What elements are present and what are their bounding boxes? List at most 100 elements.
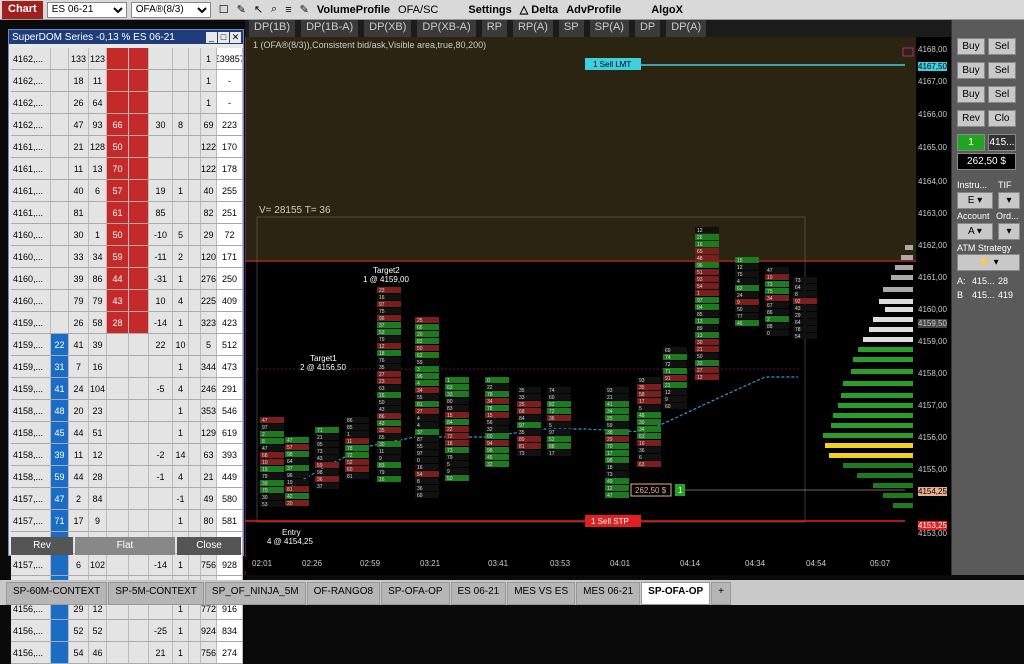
- dom-cell-1[interactable]: 71: [51, 510, 69, 531]
- adv-profile-button[interactable]: AdvProfile: [566, 4, 621, 16]
- pencil-icon[interactable]: ✎: [237, 3, 246, 16]
- instrument-select[interactable]: ES 06-21: [47, 2, 127, 18]
- close-icon[interactable]: ✕: [230, 32, 241, 43]
- workspace-tab-4[interactable]: SP-OFA-OP: [381, 582, 449, 605]
- cursor-icon[interactable]: ↖: [254, 3, 263, 16]
- indicator-tab-6[interactable]: SP: [559, 20, 584, 37]
- buy-button-1[interactable]: Buy: [957, 38, 985, 55]
- flat-button[interactable]: Flat: [75, 537, 175, 555]
- dom-cell-1[interactable]: [51, 70, 69, 91]
- indicator-tab-8[interactable]: DP: [635, 20, 660, 37]
- dom-row[interactable]: 4158,... 59 44 28 -1 4 21 449: [11, 466, 243, 488]
- dom-cell-4[interactable]: 50: [107, 136, 129, 157]
- indicator-tab-2[interactable]: DP(XB): [364, 20, 411, 37]
- dom-row[interactable]: 4158,... 39 11 12 -2 14 63 393: [11, 444, 243, 466]
- atm-strategy-select[interactable]: ⚡ ▾: [957, 254, 1020, 271]
- dom-cell-4[interactable]: 70: [107, 158, 129, 179]
- dom-row[interactable]: 4162,... 47 93 66 30 8 69 223: [11, 114, 243, 136]
- dom-cell-4[interactable]: 61: [107, 202, 129, 223]
- indicator-tab-0[interactable]: DP(1B): [249, 20, 295, 37]
- tif-select[interactable]: ▾: [998, 192, 1020, 209]
- ofa-sc-button[interactable]: OFA/SC: [398, 4, 438, 16]
- dom-cell-4[interactable]: [107, 48, 129, 69]
- dom-row[interactable]: 4157,... 47 2 84 -1 49 580: [11, 488, 243, 510]
- dom-cell-4[interactable]: [107, 642, 129, 663]
- dom-row[interactable]: 4160,... 39 86 44 -31 1 276 250: [11, 268, 243, 290]
- dom-row[interactable]: 4160,... 33 34 59 -11 2 120 171: [11, 246, 243, 268]
- dom-cell-1[interactable]: [51, 202, 69, 223]
- dom-cell-1[interactable]: [51, 554, 69, 575]
- zoom-icon[interactable]: ⌕: [271, 3, 277, 16]
- dom-row[interactable]: 4156,... 54 46 21 1 756 274: [11, 642, 243, 664]
- settings-button[interactable]: Settings: [468, 4, 511, 16]
- buy-button-3[interactable]: Buy: [957, 86, 985, 103]
- workspace-tab-1[interactable]: SP-5M-CONTEXT: [108, 582, 204, 605]
- order-qty-select[interactable]: ▾: [998, 223, 1020, 240]
- chart-button[interactable]: Chart: [2, 1, 43, 19]
- algox-button[interactable]: AlgoX: [651, 4, 683, 16]
- dom-cell-1[interactable]: [51, 246, 69, 267]
- buy-button-2[interactable]: Buy: [957, 62, 985, 79]
- dom-cell-4[interactable]: [107, 554, 129, 575]
- dom-cell-4[interactable]: 28: [107, 312, 129, 333]
- dom-cell-1[interactable]: [51, 48, 69, 69]
- dom-cell-4[interactable]: [107, 620, 129, 641]
- dom-row[interactable]: 4161,... 81 61 85 82 251: [11, 202, 243, 224]
- pencil-icon-2[interactable]: ✎: [300, 3, 309, 16]
- dom-row[interactable]: 4160,... 30 1 50 -10 5 29 72: [11, 224, 243, 246]
- dom-cell-4[interactable]: [107, 444, 129, 465]
- dom-row[interactable]: 4159,... 22 41 39 22 10 5 512: [11, 334, 243, 356]
- workspace-tab-2[interactable]: SP_OF_NINJA_5M: [205, 582, 306, 605]
- dom-cell-1[interactable]: 41: [51, 378, 69, 399]
- dom-cell-4[interactable]: [107, 400, 129, 421]
- dom-row[interactable]: 4162,... 18 11 1-: [11, 70, 243, 92]
- indicator-tab-3[interactable]: DP(XB-A): [417, 20, 475, 37]
- dom-row[interactable]: 4158,... 48 20 23 1 353 546: [11, 400, 243, 422]
- dom-cell-4[interactable]: [107, 334, 129, 355]
- dom-cell-1[interactable]: 45: [51, 422, 69, 443]
- dom-row[interactable]: 4159,... 41 24 104 -5 4 246 291: [11, 378, 243, 400]
- dom-cell-1[interactable]: 22: [51, 334, 69, 355]
- dom-cell-1[interactable]: [51, 180, 69, 201]
- rev-button[interactable]: Rev: [11, 537, 73, 555]
- maximize-icon[interactable]: □: [218, 32, 229, 43]
- dom-cell-1[interactable]: 48: [51, 400, 69, 421]
- indicator-tab-9[interactable]: DP(A): [666, 20, 706, 37]
- indicator-tab-4[interactable]: RP: [482, 20, 507, 37]
- dom-cell-4[interactable]: 43: [107, 290, 129, 311]
- sell-button-1[interactable]: Sel: [988, 38, 1016, 55]
- sell-button-2[interactable]: Sel: [988, 62, 1016, 79]
- dom-cell-4[interactable]: 50: [107, 224, 129, 245]
- dom-row[interactable]: 4158,... 45 44 51 1 129 619: [11, 422, 243, 444]
- dom-cell-4[interactable]: [107, 422, 129, 443]
- dom-row[interactable]: 4161,... 21 128 50 122 170: [11, 136, 243, 158]
- dom-cell-1[interactable]: [51, 158, 69, 179]
- dom-cell-4[interactable]: [107, 356, 129, 377]
- dom-row[interactable]: 4160,... 79 79 43 10 4 225 409: [11, 290, 243, 312]
- dom-cell-1[interactable]: [51, 290, 69, 311]
- dom-cell-1[interactable]: [51, 136, 69, 157]
- workspace-tab-3[interactable]: OF-RANGO8: [307, 582, 380, 605]
- workspace-tab-5[interactable]: ES 06-21: [451, 582, 507, 605]
- dom-cell-1[interactable]: [51, 312, 69, 333]
- dom-row[interactable]: 4157,... 6 102 -14 1 756 928: [11, 554, 243, 576]
- close-position-button[interactable]: Clo: [988, 110, 1016, 127]
- chart-area[interactable]: 1 Sell LMT1 Sell STP262,50 $147972847681…: [245, 37, 951, 575]
- dom-cell-4[interactable]: [107, 92, 129, 113]
- dom-cell-4[interactable]: [107, 488, 129, 509]
- dom-row[interactable]: 4161,... 11 13 70 122 178: [11, 158, 243, 180]
- dom-row[interactable]: 4156,... 52 52 -25 1 924 834: [11, 620, 243, 642]
- close-button[interactable]: Close: [177, 537, 241, 555]
- indicator-tab-7[interactable]: SP(A): [590, 20, 629, 37]
- dom-cell-1[interactable]: [51, 114, 69, 135]
- workspace-tab-6[interactable]: MES VS ES: [507, 582, 575, 605]
- workspace-tab-7[interactable]: MES 06-21: [576, 582, 640, 605]
- dom-cell-4[interactable]: 57: [107, 180, 129, 201]
- dom-cell-1[interactable]: [51, 268, 69, 289]
- dom-cell-4[interactable]: [107, 378, 129, 399]
- rev-button-panel[interactable]: Rev: [957, 110, 985, 127]
- volume-profile-button[interactable]: VolumeProfile: [317, 4, 390, 16]
- dom-cell-1[interactable]: 31: [51, 356, 69, 377]
- dom-cell-1[interactable]: [51, 620, 69, 641]
- dom-cell-4[interactable]: [107, 510, 129, 531]
